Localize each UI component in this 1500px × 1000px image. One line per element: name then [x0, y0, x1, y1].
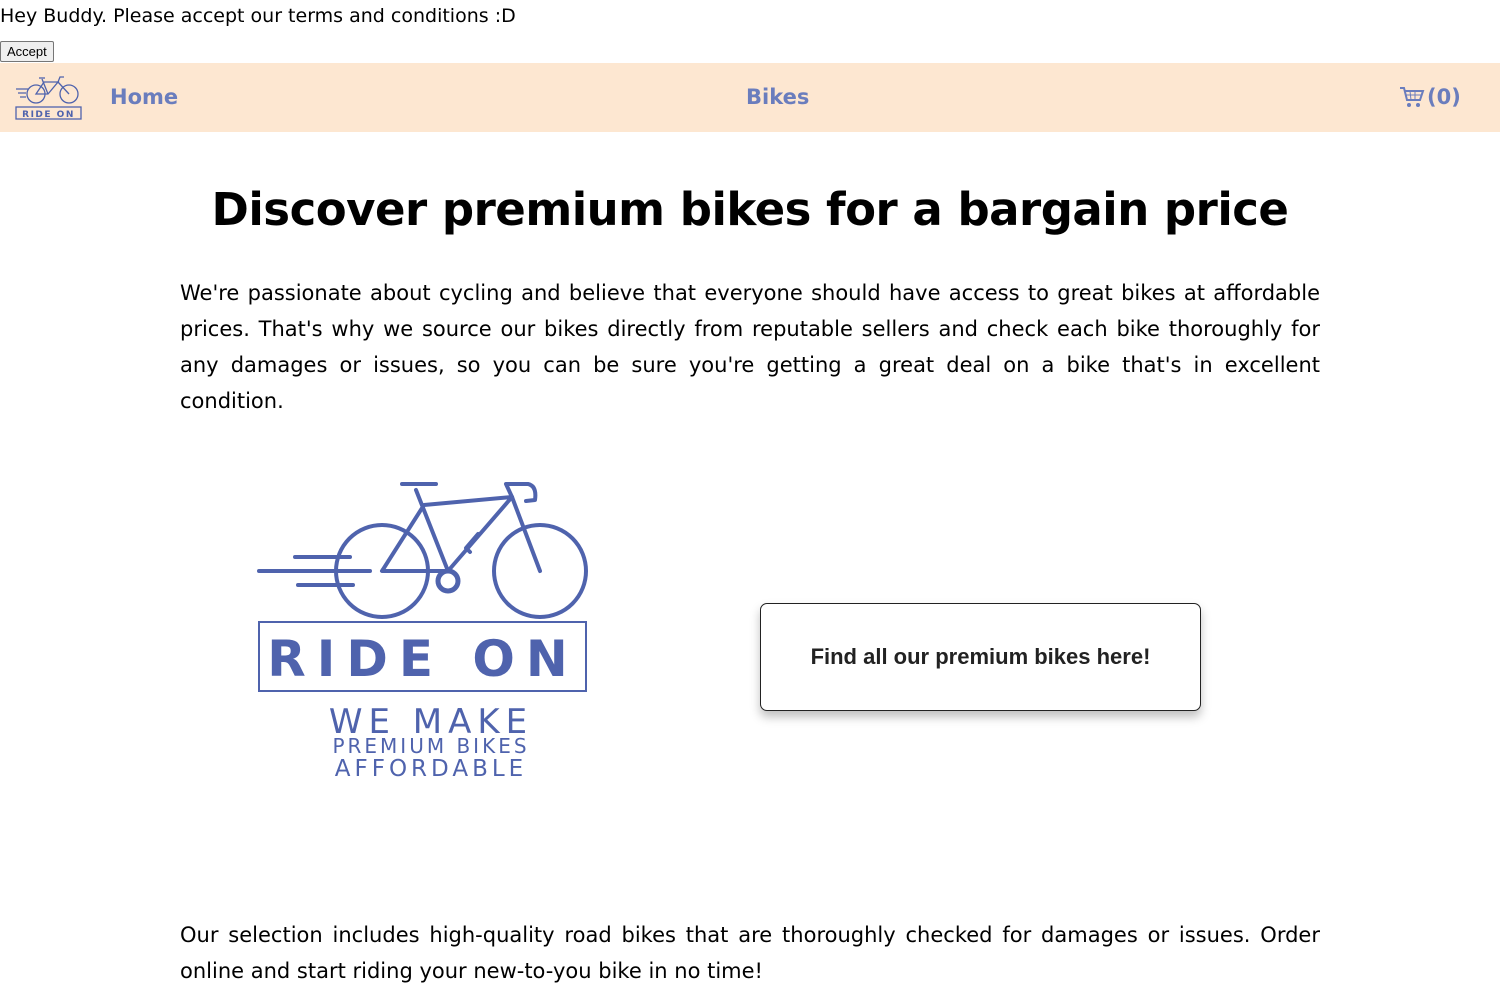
- cart-button[interactable]: (0): [1399, 83, 1461, 111]
- nav-logo-text: RIDE ON: [22, 110, 75, 120]
- logo-tagline-2: PREMIUM BIKES: [332, 734, 529, 758]
- terms-banner: Hey Buddy. Please accept our terms and c…: [0, 4, 516, 28]
- navbar: RIDE ON Home Bikes (0): [0, 63, 1500, 132]
- cart-count: (0): [1427, 85, 1461, 109]
- nav-bikes-link[interactable]: Bikes: [746, 83, 809, 111]
- selection-paragraph: Our selection includes high-quality road…: [180, 923, 1320, 983]
- nav-home-link[interactable]: Home: [110, 83, 178, 111]
- logo-brand-text: RIDE ON: [267, 630, 579, 688]
- shopping-cart-icon: [1400, 87, 1425, 107]
- intro-paragraph: We're passionate about cycling and belie…: [180, 281, 1320, 413]
- accept-terms-button[interactable]: Accept: [0, 41, 54, 62]
- terms-message: Hey Buddy. Please accept our terms and c…: [0, 5, 516, 27]
- page-title: Discover premium bikes for a bargain pri…: [211, 183, 1289, 236]
- ride-on-brand-logo: RIDE ON WE MAKE PREMIUM BIKES AFFORDABLE: [257, 482, 588, 782]
- find-bikes-button[interactable]: Find all our premium bikes here!: [760, 603, 1201, 711]
- logo-tagline-3: AFFORDABLE: [335, 756, 527, 782]
- ride-on-logo-icon[interactable]: RIDE ON: [14, 73, 84, 123]
